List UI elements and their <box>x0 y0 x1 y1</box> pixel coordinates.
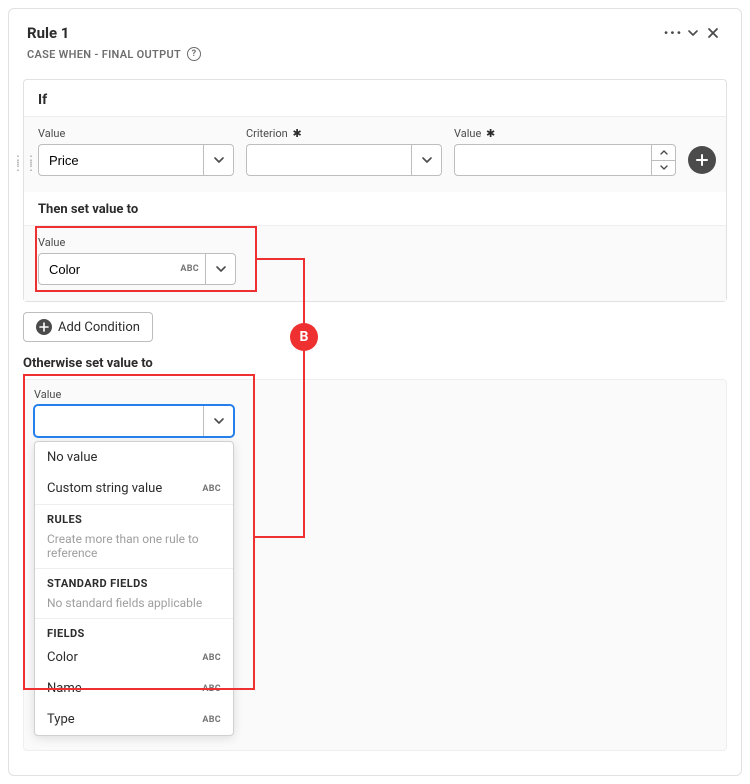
otherwise-body: Value No value Custom string valueABC RU… <box>23 379 727 751</box>
then-value-dropdown-button[interactable] <box>205 254 235 284</box>
if-value-input[interactable] <box>39 145 203 175</box>
if-value2-stepper[interactable] <box>651 145 675 175</box>
if-row: ⋮⋮⋮⋮ Value Criterion ✱ <box>24 116 726 192</box>
if-heading: If <box>24 80 726 116</box>
otherwise-value-dropdown-button[interactable] <box>203 406 233 436</box>
if-value2-label: Value ✱ <box>454 127 676 140</box>
panel-header: Rule 1 ··· <box>9 9 741 47</box>
criterion-dropdown-button[interactable] <box>411 145 441 175</box>
panel-subtitle: CASE WHEN - FINAL OUTPUT ? <box>9 47 741 73</box>
otherwise-value-combo[interactable] <box>34 405 234 437</box>
criterion-input[interactable] <box>247 145 411 175</box>
dropdown-item-no-value[interactable]: No value <box>35 442 233 473</box>
otherwise-value-input[interactable] <box>35 406 203 436</box>
subtitle-text: CASE WHEN - FINAL OUTPUT <box>27 48 181 61</box>
connector-line <box>255 536 305 538</box>
then-heading: Then set value to <box>24 192 726 225</box>
help-icon[interactable]: ? <box>187 47 201 61</box>
if-value2-input[interactable] <box>455 145 651 175</box>
connector-line <box>303 258 305 294</box>
dropdown-item-field[interactable]: TypeABC <box>35 704 233 735</box>
stepper-down-icon[interactable] <box>652 161 675 176</box>
then-type-tag: ABC <box>180 264 199 274</box>
otherwise-value-label: Value <box>34 388 234 401</box>
rule-panel: Rule 1 ··· CASE WHEN - FINAL OUTPUT ? If… <box>8 8 742 776</box>
add-condition-button[interactable]: Add Condition <box>23 312 153 342</box>
if-value-combo[interactable] <box>38 144 234 176</box>
chevron-down-icon[interactable] <box>683 23 703 43</box>
annotation-badge: B <box>290 323 318 351</box>
add-criterion-button[interactable] <box>688 146 716 174</box>
criterion-label: Criterion ✱ <box>246 127 442 140</box>
if-value-label: Value <box>38 127 234 140</box>
condition-card: If ⋮⋮⋮⋮ Value Criterion ✱ <box>23 79 727 302</box>
dropdown-section-rules: RULES <box>35 504 233 528</box>
otherwise-heading: Otherwise set value to <box>9 342 741 379</box>
dropdown-item-field[interactable]: ColorABC <box>35 642 233 673</box>
plus-icon <box>36 319 52 335</box>
dropdown-section-standard: STANDARD FIELDS <box>35 568 233 592</box>
dropdown-hint-rules: Create more than one rule to reference <box>35 528 233 568</box>
if-value2-combo[interactable] <box>454 144 676 176</box>
then-value-label: Value <box>38 236 236 249</box>
if-value-dropdown-button[interactable] <box>203 145 233 175</box>
drag-handle-icon[interactable]: ⋮⋮⋮⋮ <box>12 157 38 169</box>
stepper-up-icon[interactable] <box>652 145 675 161</box>
close-icon[interactable] <box>703 23 723 43</box>
then-row: Value ABC <box>24 225 726 301</box>
otherwise-dropdown: No value Custom string valueABC RULES Cr… <box>34 441 234 736</box>
dropdown-item-custom[interactable]: Custom string valueABC <box>35 473 233 504</box>
dropdown-hint-standard: No standard fields applicable <box>35 592 233 618</box>
dropdown-section-fields: FIELDS <box>35 618 233 642</box>
connector-line <box>257 258 305 260</box>
more-icon[interactable]: ··· <box>663 23 683 43</box>
criterion-combo[interactable] <box>246 144 442 176</box>
add-condition-label: Add Condition <box>58 320 140 335</box>
then-value-combo[interactable]: ABC <box>38 253 236 285</box>
dropdown-item-field[interactable]: NameABC <box>35 673 233 704</box>
rule-title: Rule 1 <box>27 24 663 42</box>
